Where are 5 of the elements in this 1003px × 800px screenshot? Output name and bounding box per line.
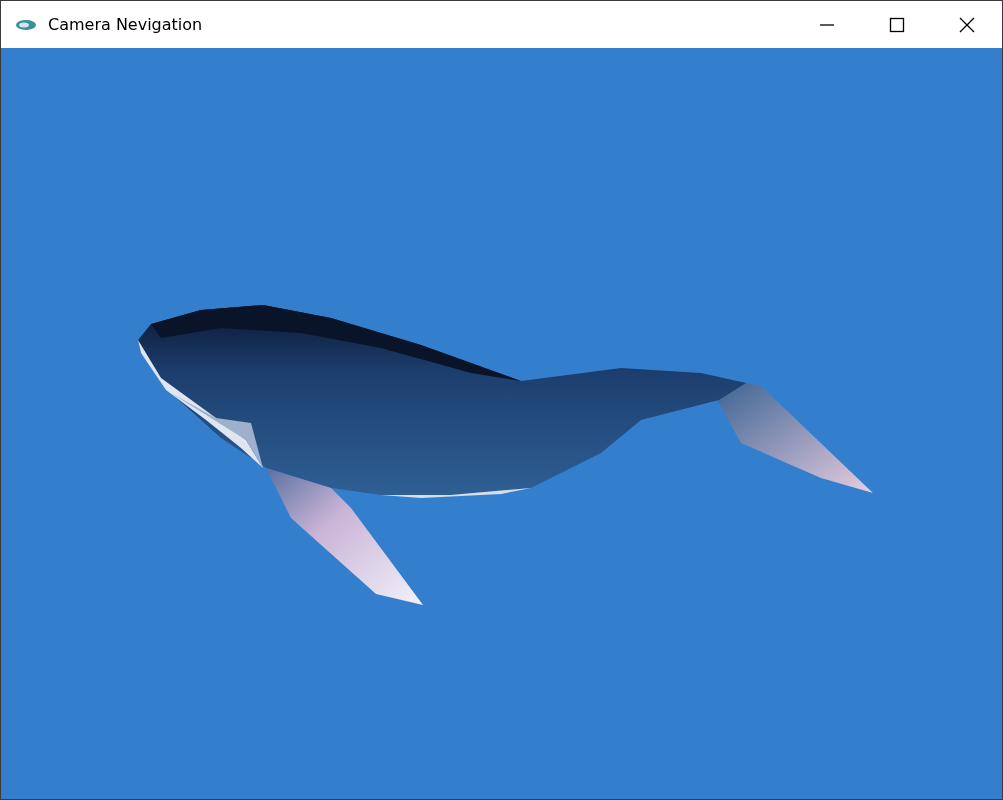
window-title: Camera Nevigation xyxy=(48,15,204,34)
minimize-icon xyxy=(819,23,835,26)
app-icon xyxy=(15,17,37,32)
maximize-icon xyxy=(889,16,905,33)
close-icon xyxy=(959,16,975,33)
